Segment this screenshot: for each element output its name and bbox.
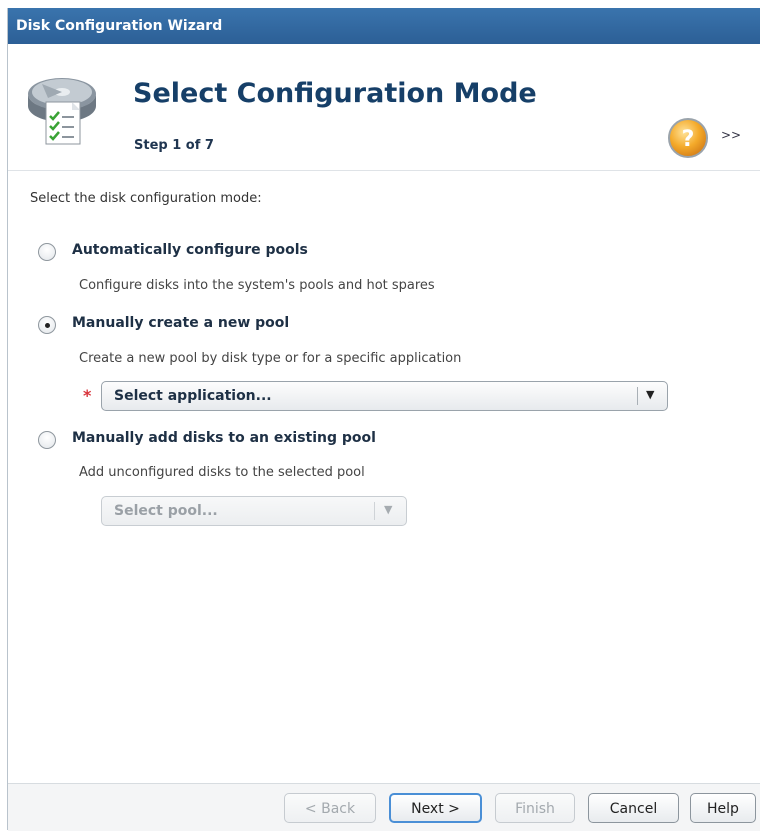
window-titlebar: Disk Configuration Wizard [8,8,760,44]
option-auto-configure-label[interactable]: Automatically configure pools [72,242,308,258]
option-manual-add-disks-description: Add unconfigured disks to the selected p… [79,465,365,480]
step-indicator: Step 1 of 7 [134,138,214,153]
select-divider [637,387,638,405]
radio-auto-configure[interactable] [38,243,56,261]
pool-select: Select pool... ▼ [101,496,407,526]
mode-prompt: Select the disk configuration mode: [30,191,262,206]
back-button: < Back [284,793,376,823]
expand-icon[interactable]: >> [721,128,741,142]
radio-manual-new-pool[interactable] [38,316,56,334]
wizard-window: Disk Configuration Wizard Select Configu… [7,8,760,831]
chevron-down-icon[interactable]: ▼ [646,388,654,401]
pool-select-value: Select pool... [114,503,218,519]
help-icon-glyph: ? [682,127,695,152]
select-divider [374,502,375,520]
disk-checklist-icon [28,78,96,145]
wizard-content: Select the disk configuration mode: Auto… [8,171,760,783]
application-select[interactable]: Select application... ▼ [101,381,668,411]
option-auto-configure-description: Configure disks into the system's pools … [79,278,435,293]
required-marker: * [83,386,92,405]
option-manual-add-disks-label[interactable]: Manually add disks to an existing pool [72,430,376,446]
next-button[interactable]: Next > [389,793,482,823]
chevron-down-icon: ▼ [384,503,393,516]
help-icon[interactable]: ? [666,116,710,160]
option-manual-new-pool-description: Create a new pool by disk type or for a … [79,351,462,366]
option-manual-new-pool-label[interactable]: Manually create a new pool [72,315,289,331]
window-title: Disk Configuration Wizard [16,18,223,34]
page-title: Select Configuration Mode [133,78,537,109]
application-select-value: Select application... [114,388,272,404]
radio-manual-add-disks[interactable] [38,431,56,449]
wizard-footer: < Back Next > Finish Cancel Help [8,783,760,831]
finish-button: Finish [495,793,575,823]
wizard-header: Select Configuration Mode Step 1 of 7 ? … [8,44,760,171]
cancel-button[interactable]: Cancel [588,793,679,823]
help-button[interactable]: Help [690,793,756,823]
